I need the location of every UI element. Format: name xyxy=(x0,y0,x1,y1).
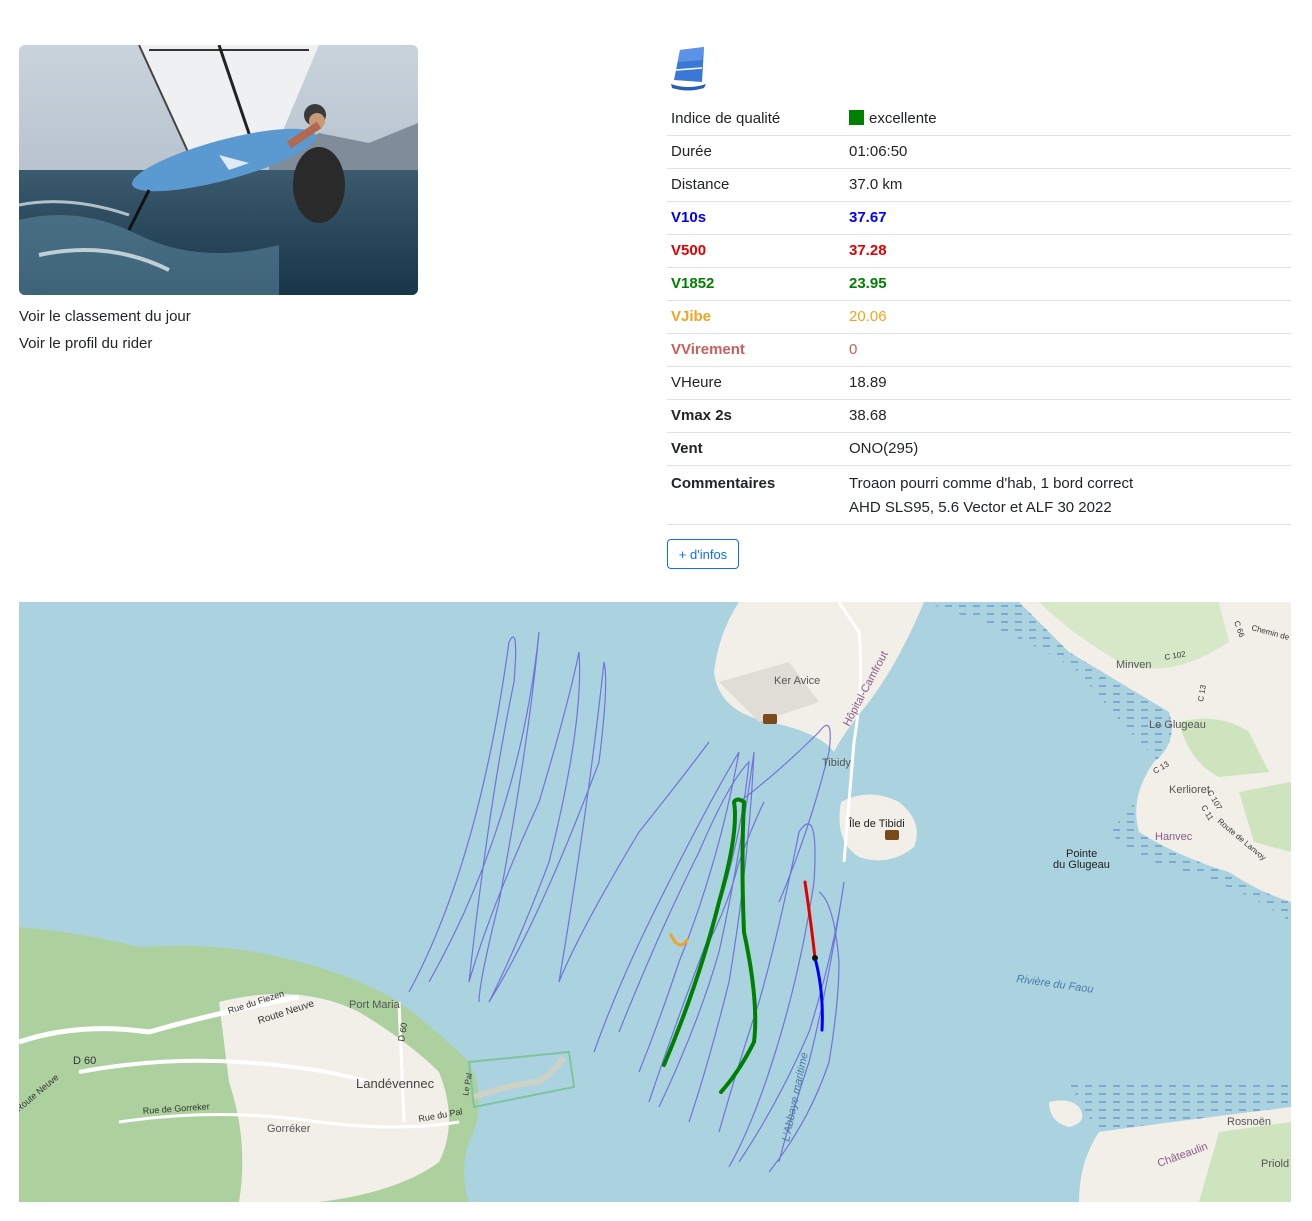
track-marker xyxy=(812,955,818,961)
label-ker-avice: Ker Avice xyxy=(774,675,820,687)
stats-row-vheure: VHeure 18.89 xyxy=(667,366,1291,400)
stat-value: 37.67 xyxy=(845,201,1291,235)
stat-value-comments: Troaon pourri comme d'hab, 1 bord correc… xyxy=(845,465,1291,525)
stats-row-wind: Vent ONO(295) xyxy=(667,432,1291,466)
viewpoint-icon xyxy=(885,830,899,840)
label-le-glugeau: Le Glugeau xyxy=(1149,719,1206,731)
label-minven: Minven xyxy=(1116,659,1151,671)
stats-row-duration: Durée 01:06:50 xyxy=(667,135,1291,169)
stats-row-quality: Indice de qualité excellente xyxy=(667,103,1291,136)
stats-row-v1852: V1852 23.95 xyxy=(667,267,1291,301)
stat-label: Durée xyxy=(667,135,845,169)
session-stats-table: Indice de qualité excellente Durée 01:06… xyxy=(667,103,1291,525)
stat-label: Indice de qualité xyxy=(667,103,845,136)
stats-row-v500: V500 37.28 xyxy=(667,234,1291,268)
stats-row-v10s: V10s 37.67 xyxy=(667,201,1291,235)
rider-photo xyxy=(19,45,418,295)
viewpoint-icon xyxy=(763,714,777,724)
stat-label: Distance xyxy=(667,168,845,202)
more-info-button[interactable]: + d'infos xyxy=(667,539,739,569)
stat-label: VVirement xyxy=(667,333,845,367)
stat-value: 20.06 xyxy=(845,300,1291,334)
label-tibidy: Tibidy xyxy=(822,757,851,769)
stat-value: ONO(295) xyxy=(845,432,1291,466)
label-d60: D 60 xyxy=(73,1055,96,1067)
label-ile-tibidi: Île de Tibidi xyxy=(848,817,905,830)
stat-value: 01:06:50 xyxy=(845,135,1291,169)
comment-line: Troaon pourri comme d'hab, 1 bord correc… xyxy=(849,475,1134,492)
rider-profile-link[interactable]: Voir le profil du rider xyxy=(19,330,191,357)
windsurf-icon xyxy=(668,46,708,92)
label-du-glugeau: du Glugeau xyxy=(1053,859,1110,871)
label-hanvec: Hanvec xyxy=(1155,831,1193,843)
stat-label: V10s xyxy=(667,201,845,235)
stats-row-vjibe: VJibe 20.06 xyxy=(667,300,1291,334)
label-gorreker: Gorréker xyxy=(267,1123,311,1135)
stat-label: Commentaires xyxy=(667,465,845,525)
label-rosnoen: Rosnoën xyxy=(1227,1116,1271,1128)
stat-value: 37.28 xyxy=(845,234,1291,268)
stat-value: 0 xyxy=(845,333,1291,367)
quality-color-square xyxy=(849,110,864,125)
stat-value: 38.68 xyxy=(845,399,1291,433)
stats-row-comments: Commentaires Troaon pourri comme d'hab, … xyxy=(667,465,1291,525)
rider-links: Voir le classement du jour Voir le profi… xyxy=(19,303,191,357)
label-kerlioret: Kerlioret xyxy=(1169,784,1210,796)
stat-value-quality: excellente xyxy=(845,103,1291,136)
stats-row-vmax: Vmax 2s 38.68 xyxy=(667,399,1291,433)
comment-line: AHD SLS95, 5.6 Vector et ALF 30 2022 xyxy=(849,499,1112,516)
label-landevennec: Landévennec xyxy=(356,1076,435,1091)
stat-label: VJibe xyxy=(667,300,845,334)
quality-text: excellente xyxy=(869,110,937,127)
stat-label: Vmax 2s xyxy=(667,399,845,433)
stat-value: 18.89 xyxy=(845,366,1291,400)
track-map[interactable]: Ker Avice Hôpital-Camfrout Tibidy Île de… xyxy=(19,602,1291,1202)
stats-row-distance: Distance 37.0 km xyxy=(667,168,1291,202)
stat-label: V1852 xyxy=(667,267,845,301)
stat-label: Vent xyxy=(667,432,845,466)
stat-value: 37.0 km xyxy=(845,168,1291,202)
stat-value: 23.95 xyxy=(845,267,1291,301)
label-port-maria: Port Maria xyxy=(349,999,401,1011)
stat-label: V500 xyxy=(667,234,845,268)
label-priold: Priold xyxy=(1261,1158,1289,1170)
daily-ranking-link[interactable]: Voir le classement du jour xyxy=(19,303,191,330)
stats-row-virement: VVirement 0 xyxy=(667,333,1291,367)
stat-label: VHeure xyxy=(667,366,845,400)
